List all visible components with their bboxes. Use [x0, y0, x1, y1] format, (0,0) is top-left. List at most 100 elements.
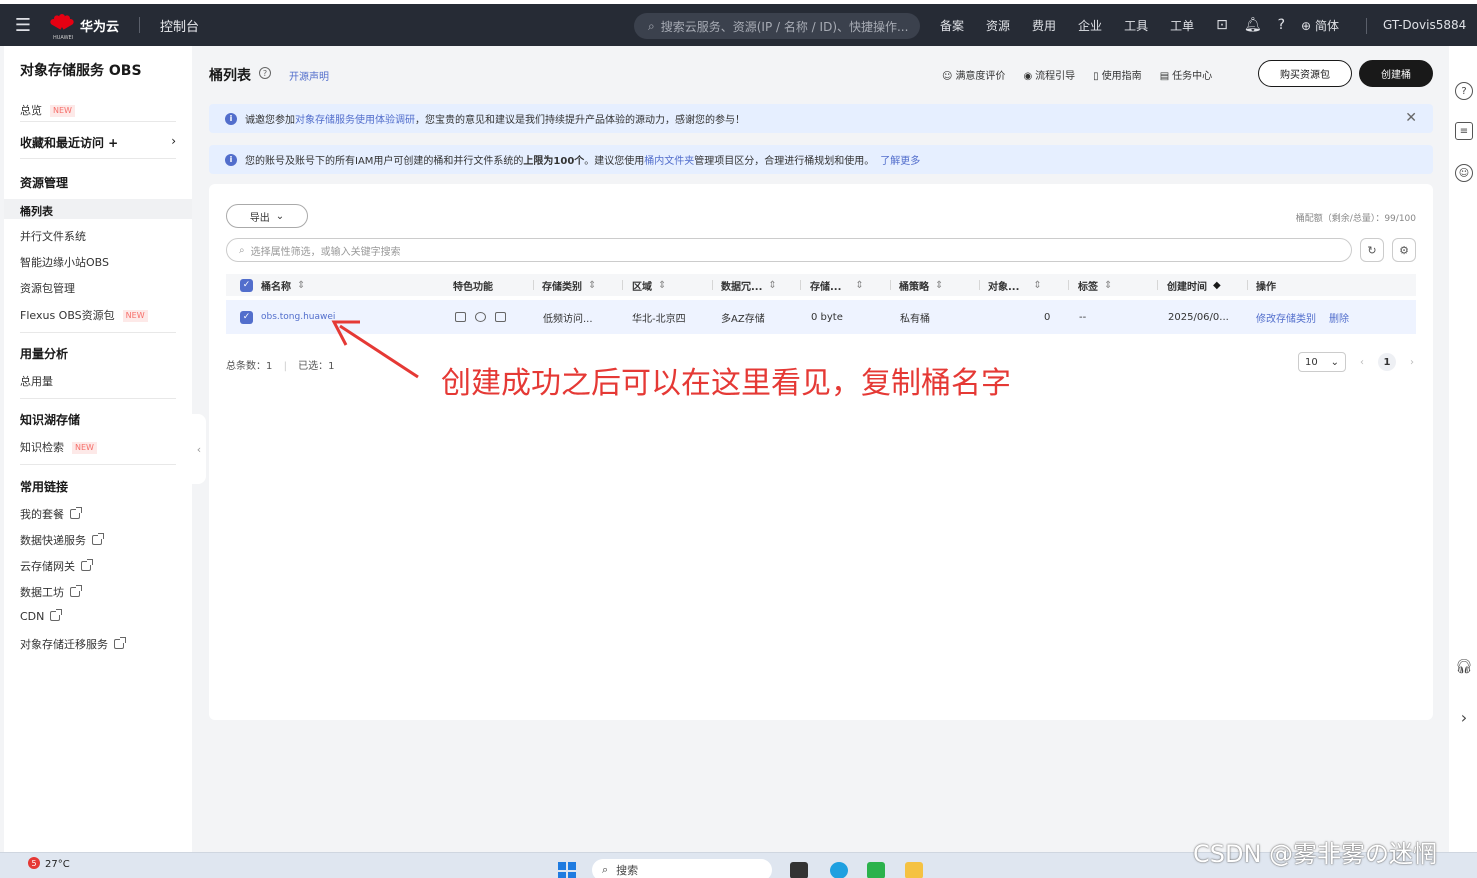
column-tags[interactable]: 标签 ⇕ — [1078, 274, 1112, 296]
quota-notice: i 您的账号及账号下的所有IAM用户可创建的桶和并行文件系统的 上限为100个 。建… — [209, 145, 1433, 174]
sidebar-item-bucket-list[interactable]: 桶列表 — [20, 203, 53, 219]
survey-link[interactable]: 对象存储服务使用体验调研 — [295, 111, 415, 126]
bell-icon[interactable]: 🔔︎ — [1244, 17, 1262, 33]
modify-storage-class-link[interactable]: 修改存储类别 — [1256, 300, 1316, 334]
column-actions: 操作 — [1256, 281, 1276, 293]
nav-link-billing[interactable]: 费用 — [1032, 17, 1056, 34]
sidebar-item-parallel-fs[interactable]: 并行文件系统 — [20, 228, 86, 244]
sidebar-item-overview[interactable]: 总览 NEW — [20, 102, 75, 118]
delete-link[interactable]: 删除 — [1329, 300, 1349, 334]
external-link-icon — [70, 507, 82, 519]
help-icon[interactable]: ? — [1455, 82, 1473, 100]
sidebar-link-data-express[interactable]: 数据快递服务 — [20, 532, 104, 548]
open-source-link[interactable]: 开源声明 — [289, 68, 329, 83]
sidebar-link-data-workshop[interactable]: 数据工坊 — [20, 584, 82, 600]
smile-icon[interactable]: ☺ — [1455, 164, 1473, 182]
windows-start-icon[interactable] — [558, 862, 576, 878]
taskbar-search[interactable]: ⌕ 搜索 — [592, 859, 772, 878]
nav-link-resource[interactable]: 资源 — [986, 17, 1010, 34]
page-number[interactable]: 1 — [1378, 353, 1396, 371]
terminal-icon[interactable]: ⊡ — [1216, 17, 1228, 33]
global-search-input[interactable]: ⌕ 搜索云服务、资源(IP / 名称 / ID)、快捷操作... — [634, 13, 920, 39]
row-checkbox[interactable]: ✓ — [240, 300, 253, 334]
nav-link-beian[interactable]: 备案 — [940, 17, 964, 34]
column-usage[interactable]: 存储... ⇕ — [810, 274, 864, 296]
folder-link[interactable]: 桶内文件夹 — [644, 152, 694, 167]
folder-icon[interactable] — [905, 862, 923, 878]
help-icon[interactable]: ? — [1278, 17, 1285, 33]
clipboard-icon: ▤ — [1159, 71, 1170, 82]
sidebar-item-edge-obs[interactable]: 智能边缘小站OBS — [20, 254, 109, 270]
settings-button[interactable]: ⚙ — [1392, 238, 1416, 262]
hamburger-menu-icon[interactable]: ☰ — [0, 4, 46, 46]
app-icon[interactable] — [867, 862, 885, 878]
sidebar-item-total-usage[interactable]: 总用量 — [20, 373, 53, 389]
bucket-list-panel: 导出 ⌄ 桶配额（剩余/总量）：99/100 ⌕ 选择属性筛选，或输入关键字搜索 ↻… — [209, 184, 1433, 720]
sidebar-item-flexus[interactable]: Flexus OBS资源包 NEW — [20, 307, 148, 323]
sidebar-link-package[interactable]: 我的套餐 — [20, 506, 82, 522]
console-link[interactable]: 控制台 — [160, 16, 199, 35]
huawei-cloud-logo[interactable]: 华为云 — [49, 14, 120, 36]
shield-icon[interactable] — [475, 312, 486, 322]
filter-search-input[interactable]: ⌕ 选择属性筛选，或输入关键字搜索 — [226, 238, 1352, 262]
edge-browser-icon[interactable] — [830, 862, 848, 878]
sort-desc-icon: ◆ — [1213, 279, 1221, 291]
page-size-select[interactable]: 10 ⌄ — [1298, 352, 1346, 372]
sidebar-link-migration[interactable]: 对象存储迁移服务 — [20, 636, 126, 652]
sort-icon: ⇕ — [1104, 279, 1113, 291]
nav-link-enterprise[interactable]: 企业 — [1078, 17, 1102, 34]
sidebar-collapse-handle[interactable]: ‹ — [192, 414, 206, 484]
app-icon[interactable] — [790, 862, 808, 878]
sort-icon: ⇕ — [935, 279, 944, 291]
tool-task-center[interactable]: ▤ 任务中心 — [1160, 67, 1212, 82]
new-badge: NEW — [50, 105, 75, 117]
info-icon: i — [225, 153, 237, 166]
create-bucket-button[interactable]: 创建桶 — [1359, 60, 1433, 87]
next-page-icon[interactable]: › — [1410, 357, 1414, 368]
headset-icon[interactable]: 🎧︎ — [1455, 658, 1473, 676]
refresh-button[interactable]: ↻ — [1360, 238, 1384, 262]
sidebar-favorites[interactable]: 收藏和最近访问 + › — [20, 134, 176, 151]
tool-guide[interactable]: ◉ 流程引导 — [1023, 67, 1075, 82]
chevron-right-icon[interactable]: › — [1455, 708, 1473, 727]
buy-package-button[interactable]: 购买资源包 — [1258, 60, 1352, 87]
csdn-watermark: CSDN @雾非雾の迷惘 — [1193, 840, 1438, 868]
close-icon[interactable]: ✕ — [1405, 110, 1417, 126]
column-bucket-name[interactable]: 桶名称 ⇕ — [261, 274, 305, 296]
nav-link-ticket[interactable]: 工单 — [1170, 17, 1194, 34]
nav-link-tools[interactable]: 工具 — [1124, 17, 1148, 34]
sidebar: 对象存储服务 OBS 总览 NEW 收藏和最近访问 + › 资源管理 桶列表 并行文… — [4, 46, 192, 852]
bucket-quota: 桶配额（剩余/总量）：99/100 — [1295, 214, 1416, 224]
monitor-icon[interactable] — [455, 312, 466, 322]
column-created[interactable]: 创建时间 ◆ — [1167, 274, 1221, 296]
book-icon[interactable] — [495, 312, 506, 322]
chevron-right-icon: › — [171, 134, 176, 148]
sidebar-link-cdn[interactable]: CDN — [20, 609, 63, 623]
sidebar-link-storage-gateway[interactable]: 云存储网关 — [20, 558, 93, 574]
help-circle-icon[interactable]: ? — [259, 67, 271, 79]
tool-feedback[interactable]: ☺ 满意度评价 — [942, 67, 1005, 82]
new-badge: NEW — [72, 442, 97, 454]
column-objects[interactable]: 对象... ⇕ — [988, 274, 1042, 296]
column-region[interactable]: 区域 ⇕ — [632, 274, 666, 296]
learn-more-link[interactable]: 了解更多 — [880, 152, 920, 167]
brand-name: 华为云 — [80, 19, 120, 35]
language-switch[interactable]: ⊕ 简体 — [1301, 17, 1339, 34]
export-button[interactable]: 导出 ⌄ — [226, 204, 308, 228]
prev-page-icon[interactable]: ‹ — [1360, 357, 1364, 368]
external-link-icon — [114, 637, 126, 649]
column-policy[interactable]: 桶策略 ⇕ — [899, 274, 943, 296]
column-storage-class[interactable]: 存储类别 ⇕ — [542, 274, 596, 296]
bucket-name-link[interactable]: obs.tong.huawei — [261, 300, 335, 334]
weather-temperature[interactable]: 27°C — [45, 859, 70, 870]
sidebar-item-package-mgmt[interactable]: 资源包管理 — [20, 280, 75, 296]
tool-manual[interactable]: ▯ 使用指南 — [1093, 67, 1142, 82]
total-count: 总条数：1 — [226, 361, 273, 372]
select-all-checkbox[interactable]: ✓ — [240, 274, 253, 296]
external-link-icon — [70, 585, 82, 597]
user-account[interactable]: GT-Dovis5884 — [1383, 4, 1466, 46]
clipboard-icon[interactable]: ≡ — [1455, 122, 1473, 140]
column-redundancy[interactable]: 数据冗... ⇕ — [721, 274, 777, 296]
sidebar-item-knowledge-search[interactable]: 知识检索 NEW — [20, 439, 97, 455]
book-icon: ▯ — [1093, 71, 1099, 82]
